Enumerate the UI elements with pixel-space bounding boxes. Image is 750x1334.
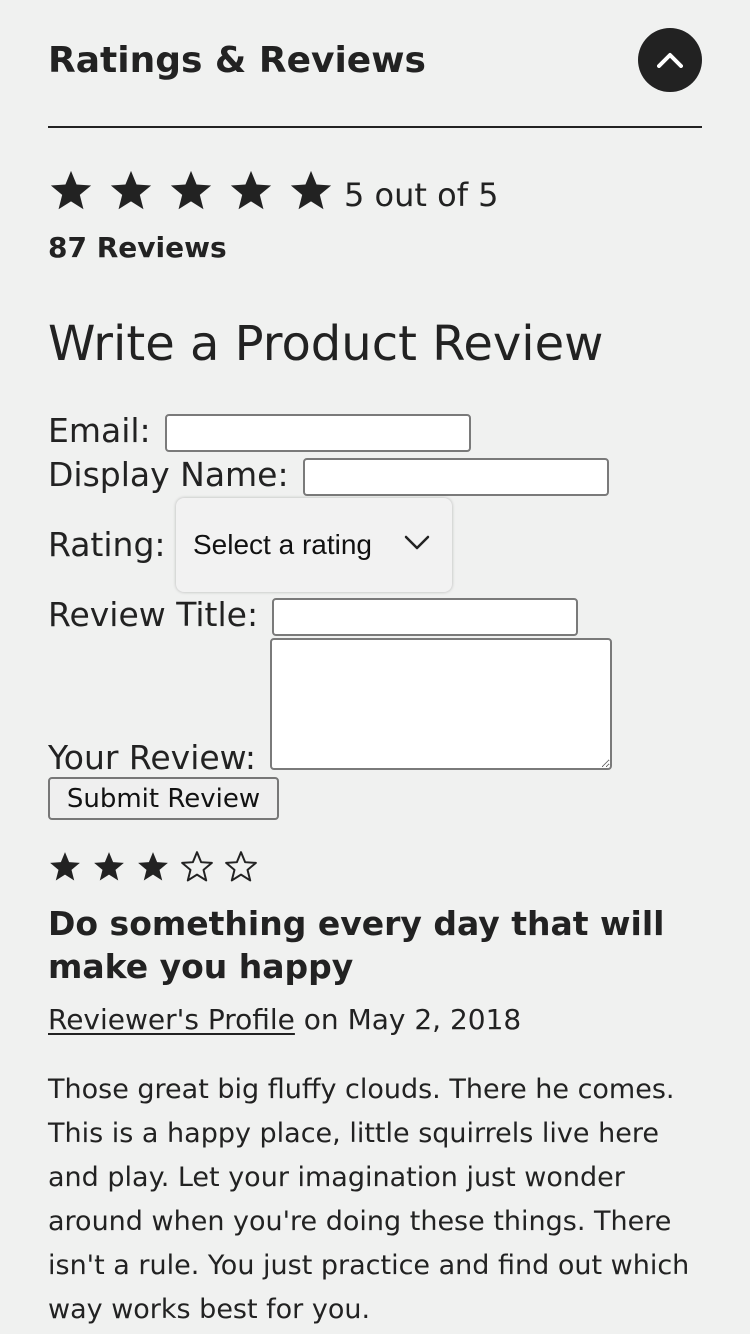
star-filled-icon [50,852,80,881]
section-header: Ratings & Reviews [48,28,702,128]
email-label: Email: [48,411,151,450]
star-filled-icon [94,852,124,881]
review-body: Those great big fluffy clouds. There he … [48,1074,690,1325]
review-byline: Reviewer's Profile on May 2, 2018 [48,1000,521,1040]
submit-review-button[interactable]: Submit Review [48,777,279,820]
rating-select-value: Select a rating [193,529,372,560]
email-row: Email: [48,410,471,452]
chevron-up-icon [657,53,683,68]
review-title: Do something every day that will make yo… [48,904,665,986]
summary-rating-text: 5 out of 5 [344,176,499,214]
star-filled-icon [230,170,272,210]
display-name-label: Display Name: [48,455,289,494]
display-name-field[interactable] [302,458,609,496]
rating-label: Rating: [48,525,166,564]
review-count: 87 Reviews [48,231,227,264]
rating-select[interactable]: Select a rating [176,498,452,592]
write-review-title: Write a Product Review [48,316,604,372]
review-date: on May 2, 2018 [294,1003,522,1036]
review-rating-stars [48,850,268,884]
display-name-row: Display Name: [48,454,609,496]
review-text-row: Your Review: [48,738,270,778]
review-textarea[interactable] [270,638,612,770]
chevron-down-icon [404,535,430,550]
email-field[interactable] [164,414,471,452]
summary-stars [48,168,348,214]
star-filled-icon [50,170,92,210]
review-title-field[interactable] [272,598,579,636]
star-filled-icon [170,170,212,210]
review-title-row: Review Title: [48,594,579,636]
star-empty-icon [225,851,257,882]
rating-row: Rating: [48,525,180,565]
review-title-label: Review Title: [48,595,259,634]
star-filled-icon [138,852,168,881]
section-title: Ratings & Reviews [48,40,426,81]
review-text-label: Your Review: [48,738,256,777]
star-filled-icon [290,170,332,210]
star-empty-icon [181,851,213,882]
summary-rating: 5 out of 5 [48,166,498,216]
star-filled-icon [110,170,152,210]
reviewer-profile-link[interactable]: Reviewer's Profile [48,1003,295,1036]
collapse-button[interactable] [638,28,702,92]
